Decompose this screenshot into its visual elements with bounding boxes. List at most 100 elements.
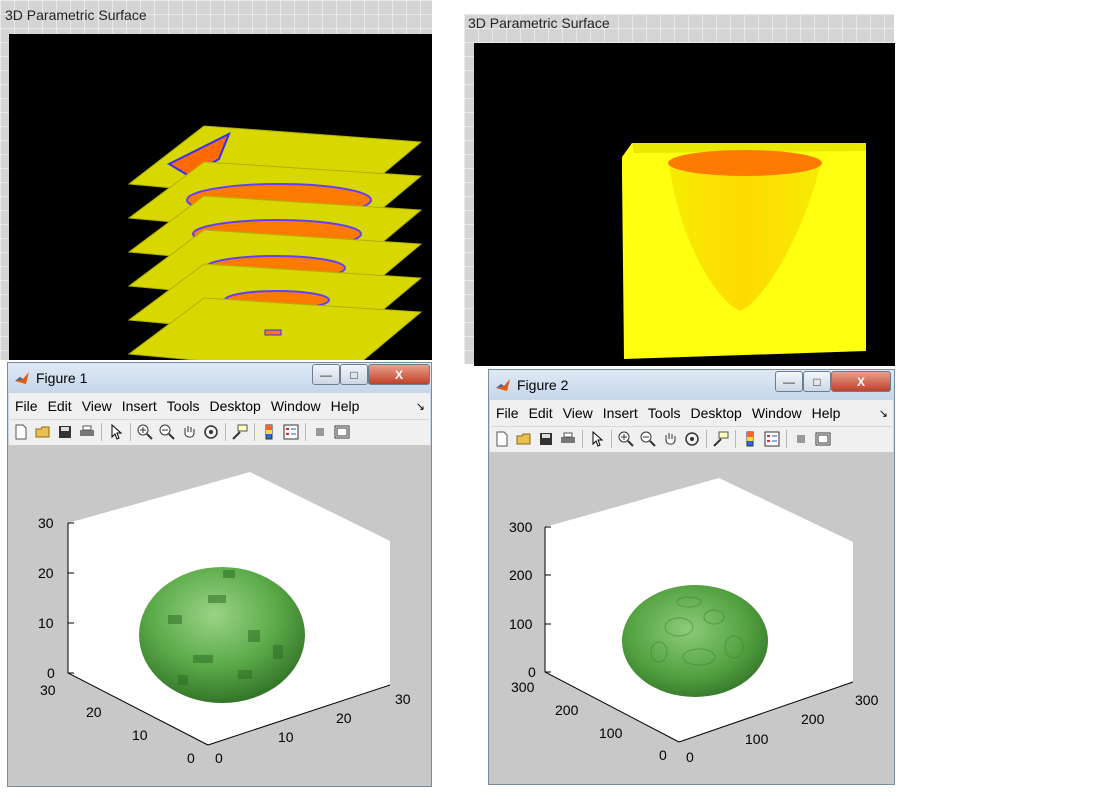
x-tick-label: 0	[215, 750, 223, 766]
x-tick-label: 20	[336, 710, 352, 726]
zoom-out-icon[interactable]	[156, 422, 178, 442]
menu-overflow-icon[interactable]: ↘	[411, 400, 429, 413]
menu-bar: File Edit View Insert Tools Desktop Wind…	[491, 402, 892, 424]
toolbar-separator	[786, 430, 787, 448]
legend-icon[interactable]	[761, 429, 783, 449]
x-tick-label: 100	[745, 731, 769, 747]
menu-window[interactable]: Window	[747, 405, 807, 421]
show-plot-tools-icon[interactable]	[812, 429, 834, 449]
y-tick-label: 10	[132, 727, 148, 743]
minimize-button[interactable]: —	[775, 371, 803, 392]
zoom-in-icon[interactable]	[134, 422, 156, 442]
plot-area[interactable]: 30 20 10 0 30 20 10 0 0 10 20 30	[8, 445, 431, 786]
surface-3d-view[interactable]	[9, 34, 432, 360]
title-bar[interactable]: Figure 1 — □ X	[8, 363, 431, 393]
toolbar-separator	[130, 423, 131, 441]
menu-file[interactable]: File	[491, 405, 524, 421]
title-bar[interactable]: Figure 2 — □ X	[489, 370, 894, 400]
cone-in-box-surface	[622, 143, 866, 359]
stacked-slices-surface	[127, 125, 423, 360]
menu-insert[interactable]: Insert	[598, 405, 643, 421]
menu-bar: File Edit View Insert Tools Desktop Wind…	[10, 395, 429, 417]
colorbar-icon[interactable]	[258, 422, 280, 442]
toolbar-separator	[735, 430, 736, 448]
save-icon[interactable]	[535, 429, 557, 449]
zoom-in-icon[interactable]	[615, 429, 637, 449]
panel-title: 3D Parametric Surface	[5, 7, 147, 23]
new-file-icon[interactable]	[10, 422, 32, 442]
print-icon[interactable]	[76, 422, 98, 442]
toolbar-separator	[254, 423, 255, 441]
data-cursor-icon[interactable]	[710, 429, 732, 449]
green-isosurface-blob	[622, 585, 768, 697]
y-tick-label: 0	[187, 750, 195, 766]
menu-edit[interactable]: Edit	[524, 405, 558, 421]
y-tick-label: 0	[659, 747, 667, 763]
menu-view[interactable]: View	[77, 398, 117, 414]
show-plot-tools-icon[interactable]	[331, 422, 353, 442]
rotate-3d-icon[interactable]	[200, 422, 222, 442]
menu-insert[interactable]: Insert	[117, 398, 162, 414]
legend-icon[interactable]	[280, 422, 302, 442]
toolbar-separator	[582, 430, 583, 448]
print-icon[interactable]	[557, 429, 579, 449]
menu-window[interactable]: Window	[266, 398, 326, 414]
matlab-logo-icon	[15, 372, 29, 384]
panel-title: 3D Parametric Surface	[468, 15, 610, 31]
hide-plot-tools-icon[interactable]	[309, 422, 331, 442]
plot-area[interactable]: 300 200 100 0 300 200 100 0 0 100 200 30…	[489, 452, 894, 784]
y-tick-label: 300	[511, 679, 535, 695]
menu-desktop[interactable]: Desktop	[204, 398, 265, 414]
z-tick-label: 0	[47, 665, 55, 681]
surface-3d-view[interactable]	[474, 43, 895, 366]
menu-edit[interactable]: Edit	[43, 398, 77, 414]
close-button[interactable]: X	[831, 371, 891, 392]
figure-window-2[interactable]: Figure 2 — □ X File Edit View Insert Too…	[488, 369, 895, 785]
open-folder-icon[interactable]	[32, 422, 54, 442]
save-icon[interactable]	[54, 422, 76, 442]
pointer-icon[interactable]	[586, 429, 608, 449]
x-tick-label: 200	[801, 711, 825, 727]
z-tick-label: 200	[509, 567, 533, 583]
menu-overflow-icon[interactable]: ↘	[874, 407, 892, 420]
zoom-out-icon[interactable]	[637, 429, 659, 449]
toolbar-separator	[305, 423, 306, 441]
z-tick-label: 300	[509, 519, 533, 535]
isosurface-axes: 30 20 10 0 30 20 10 0 0 10 20 30	[38, 472, 411, 766]
menu-desktop[interactable]: Desktop	[685, 405, 746, 421]
toolbar-separator	[611, 430, 612, 448]
menu-view[interactable]: View	[558, 405, 598, 421]
x-tick-label: 10	[278, 729, 294, 745]
window-title: Figure 1	[36, 370, 88, 386]
matlab-logo-icon	[496, 379, 510, 391]
minimize-button[interactable]: —	[312, 364, 340, 385]
rotate-3d-icon[interactable]	[681, 429, 703, 449]
cone-opening	[668, 150, 822, 176]
figure-toolbar	[10, 419, 429, 444]
figure-toolbar	[491, 426, 892, 451]
menu-help[interactable]: Help	[807, 405, 846, 421]
z-tick-label: 0	[528, 664, 536, 680]
maximize-button[interactable]: □	[340, 364, 368, 385]
close-button[interactable]: X	[368, 364, 430, 385]
new-file-icon[interactable]	[491, 429, 513, 449]
menu-file[interactable]: File	[10, 398, 43, 414]
data-cursor-icon[interactable]	[229, 422, 251, 442]
figure-window-1[interactable]: Figure 1 — □ X File Edit View Insert Too…	[7, 362, 432, 787]
y-tick-label: 20	[86, 704, 102, 720]
z-tick-label: 30	[38, 515, 54, 531]
menu-tools[interactable]: Tools	[643, 405, 686, 421]
green-isosurface-blob	[139, 567, 305, 703]
z-tick-label: 20	[38, 565, 54, 581]
menu-help[interactable]: Help	[326, 398, 365, 414]
pan-hand-icon[interactable]	[178, 422, 200, 442]
hide-plot-tools-icon[interactable]	[790, 429, 812, 449]
x-tick-label: 30	[395, 691, 411, 707]
y-tick-label: 30	[40, 682, 56, 698]
colorbar-icon[interactable]	[739, 429, 761, 449]
open-folder-icon[interactable]	[513, 429, 535, 449]
menu-tools[interactable]: Tools	[162, 398, 205, 414]
pointer-icon[interactable]	[105, 422, 127, 442]
maximize-button[interactable]: □	[803, 371, 831, 392]
pan-hand-icon[interactable]	[659, 429, 681, 449]
